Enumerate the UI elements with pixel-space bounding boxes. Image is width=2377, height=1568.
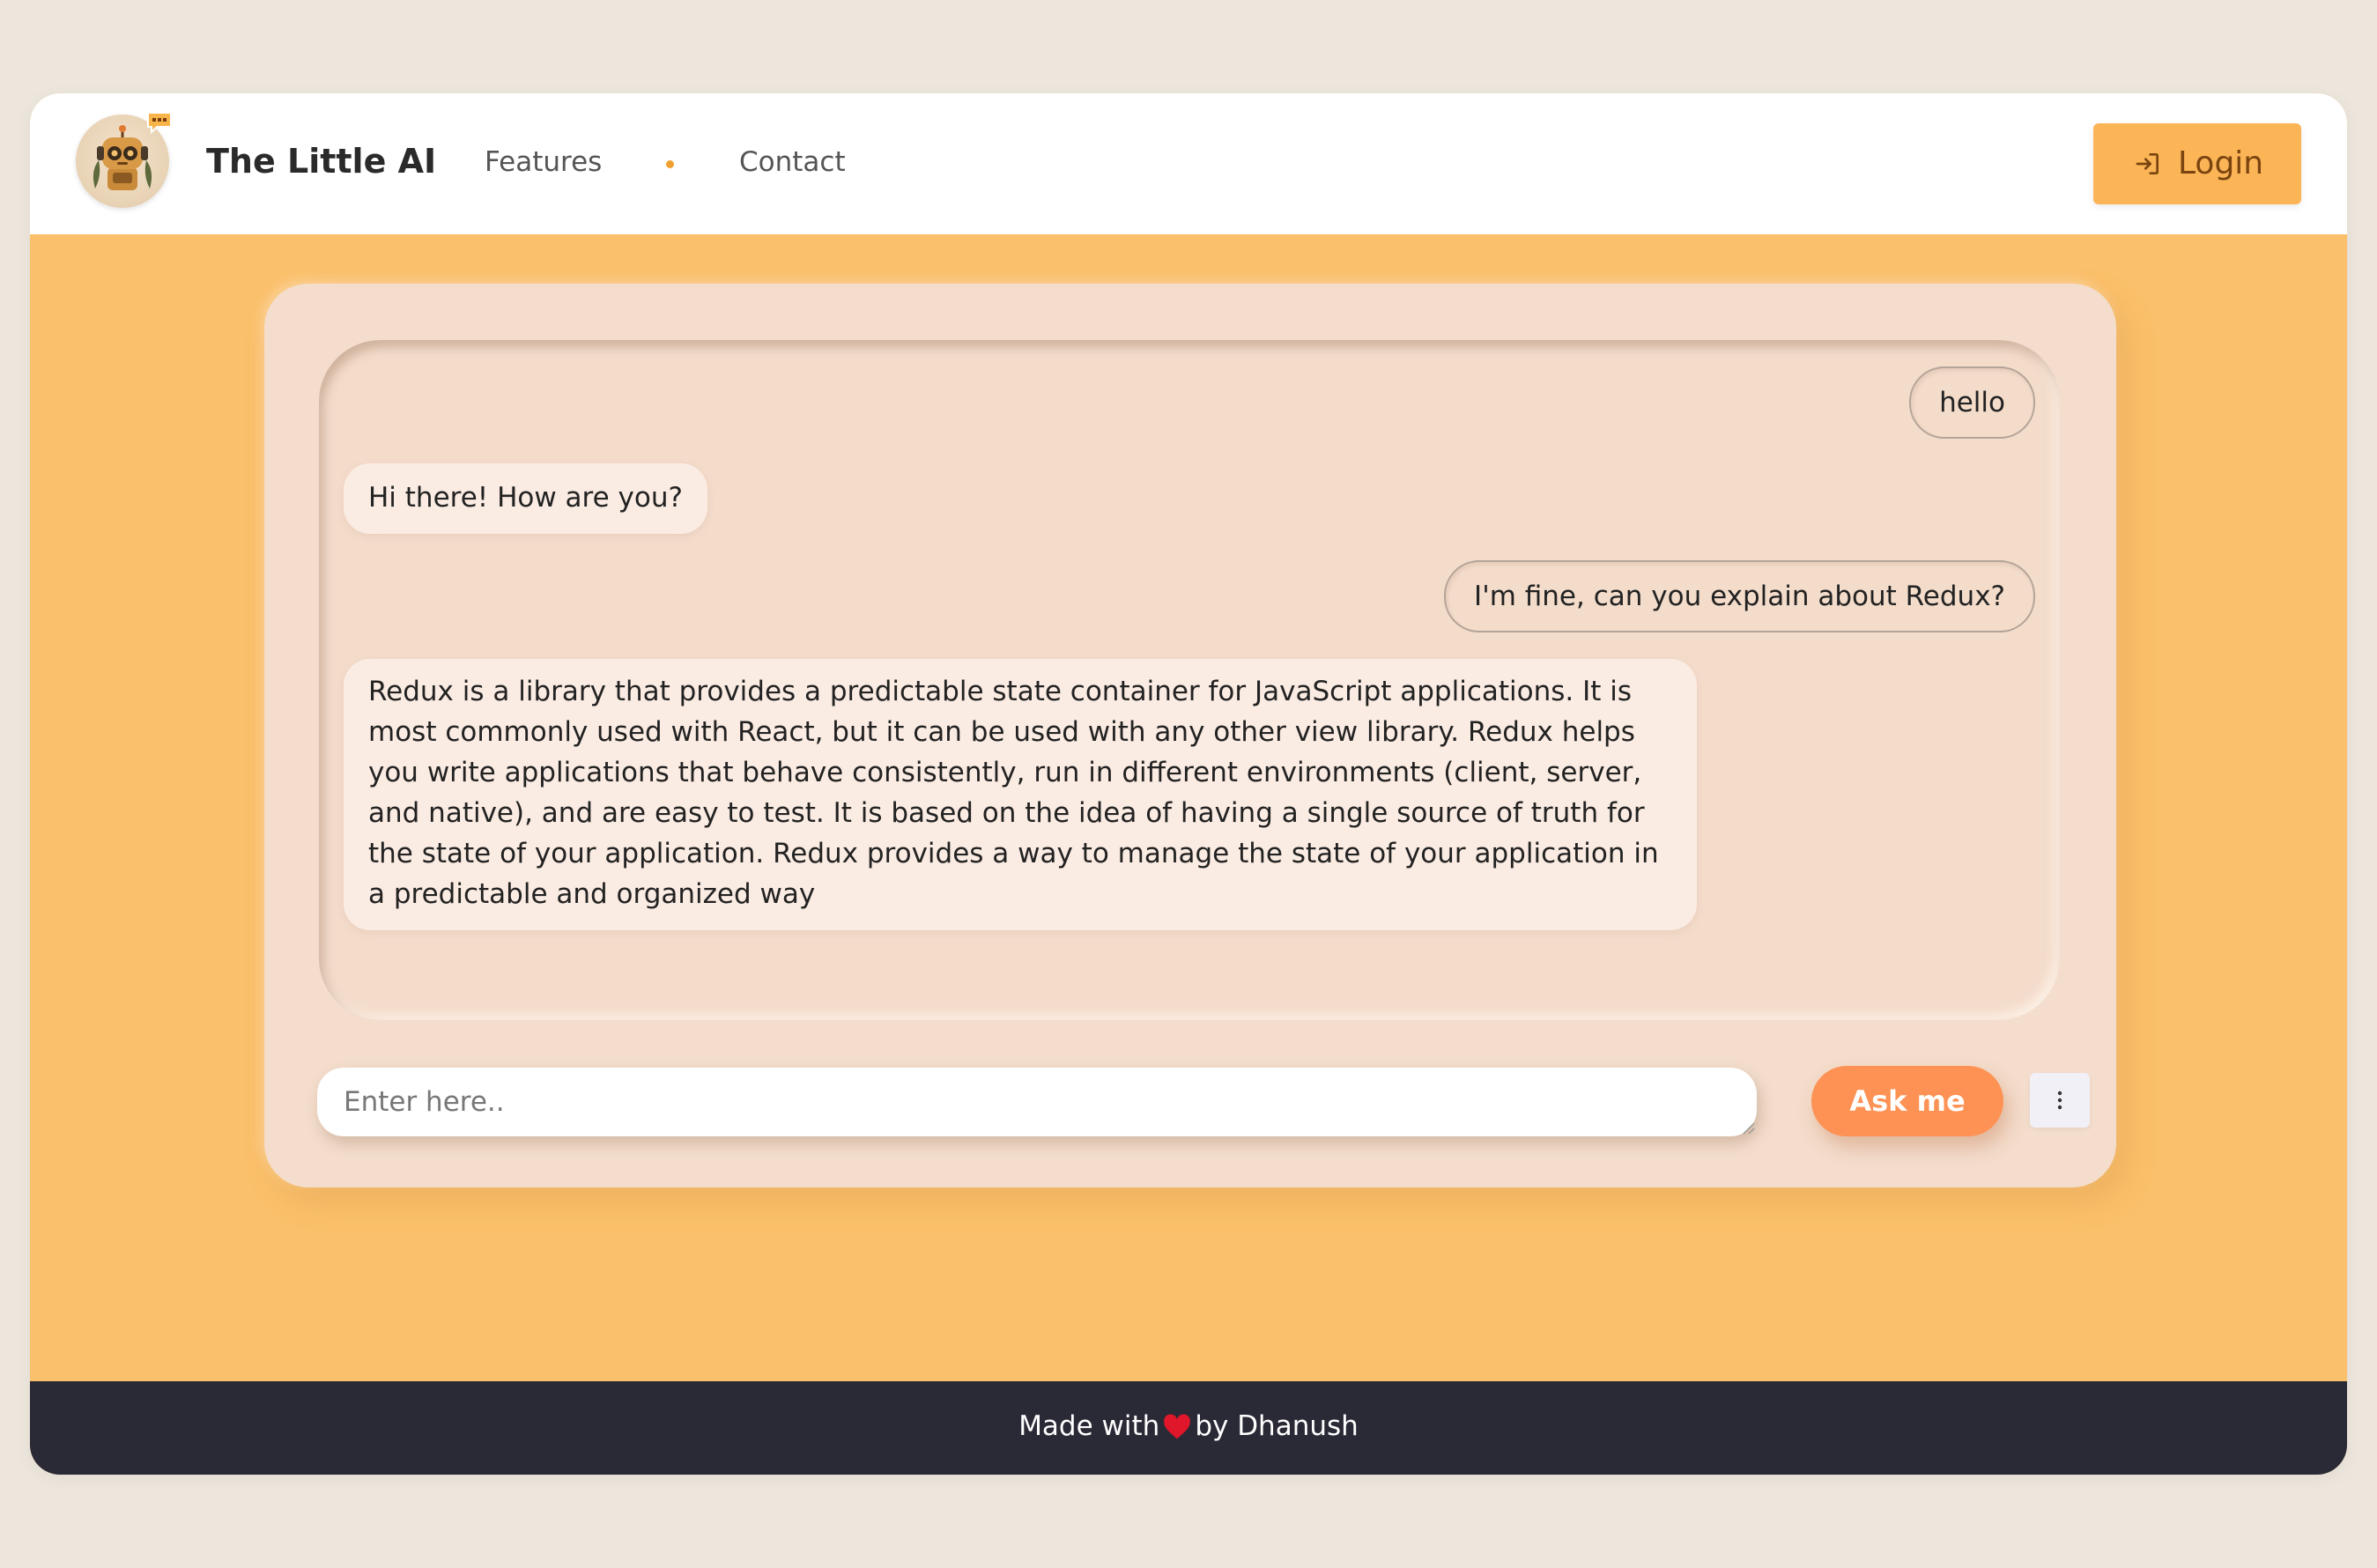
login-button[interactable]: Login	[2093, 123, 2301, 204]
footer-author: by Dhanush	[1195, 1410, 1359, 1442]
message-user: hello	[1909, 366, 2035, 439]
nav-features-link[interactable]: Features	[485, 144, 602, 180]
login-label: Login	[2178, 145, 2264, 181]
app-window: The Little AI Features Contact Login hel…	[30, 93, 2347, 1475]
nav-separator-dot	[666, 160, 674, 168]
ask-button[interactable]: Ask me	[1811, 1066, 2003, 1136]
message-list[interactable]: hello Hi there! How are you? I'm fine, c…	[319, 340, 2060, 1020]
chat-bubble-icon	[147, 112, 172, 134]
heart-icon	[1164, 1414, 1191, 1439]
vertical-dots-icon	[2057, 1091, 2062, 1110]
message-ai: Redux is a library that provides a predi…	[344, 659, 1697, 930]
footer-made-with: Made with	[1018, 1410, 1160, 1442]
brand-title: The Little AI	[206, 142, 437, 181]
header: The Little AI Features Contact Login	[30, 93, 2347, 234]
footer-credit: Made with by Dhanush	[30, 1406, 2347, 1446]
nav-contact-link[interactable]: Contact	[739, 144, 846, 180]
prompt-input[interactable]	[317, 1068, 1757, 1136]
robot-avatar-icon[interactable]	[76, 112, 172, 208]
chat-panel: hello Hi there! How are you? I'm fine, c…	[264, 284, 2116, 1187]
message-user: I'm fine, can you explain about Redux?	[1444, 560, 2035, 632]
login-arrow-icon	[2136, 153, 2159, 174]
resize-handle-icon[interactable]	[1741, 1121, 1755, 1135]
footer: Made with by Dhanush	[30, 1381, 2347, 1475]
more-options-button[interactable]	[2030, 1073, 2090, 1128]
message-ai: Hi there! How are you?	[344, 463, 707, 534]
